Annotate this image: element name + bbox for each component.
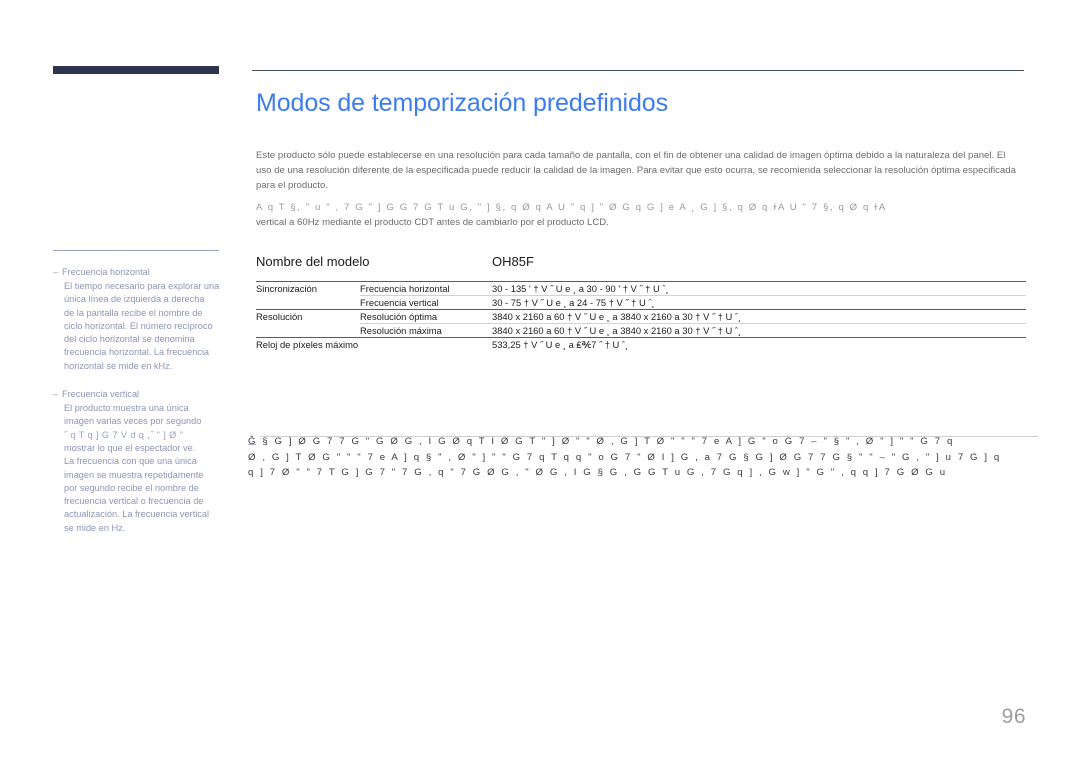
row-sub-label: Frecuencia horizontal bbox=[360, 281, 492, 296]
intro-tail: vertical a 60Hz mediante el producto CDT… bbox=[256, 216, 609, 228]
model-name-label: Nombre del modelo bbox=[256, 254, 370, 270]
note-body-continued: mostrar lo que el espectador ve. La frec… bbox=[64, 442, 210, 533]
table-row: Resolución máxima 3840 x 2160 a 60 † V ˝… bbox=[256, 323, 1026, 338]
header-rule bbox=[252, 70, 1024, 71]
main-content: Modos de temporización predefinidos Este… bbox=[256, 88, 1026, 352]
table-row: Reloj de píxeles máximo 533,25 † V ˝ U e… bbox=[256, 337, 1026, 352]
page-number: 96 bbox=[1001, 705, 1026, 728]
bottom-note-line: q ] 7 Ø " " 7 T G ] G 7 " 7 G , q " 7 G … bbox=[248, 467, 948, 478]
page-title: Modos de temporización predefinidos bbox=[256, 89, 669, 117]
sidebar-notes: – Frecuencia horizontal El tiempo necesar… bbox=[53, 250, 231, 549]
bottom-note-bullet: ― bbox=[248, 440, 256, 449]
row-value: 3840 x 2160 a 60 † V ˝ U e ¸ a 3840 x 21… bbox=[492, 309, 1026, 324]
note-dash: – bbox=[53, 389, 59, 400]
table-row: Frecuencia vertical 30 - 75 † V ˝ U e ¸ … bbox=[256, 295, 1026, 310]
table-row: Resolución Resolución óptima 3840 x 2160… bbox=[256, 309, 1026, 338]
bottom-note-line: Ø , G ] T Ø G " " " 7 e A ] q § " , Ø " … bbox=[248, 451, 1002, 463]
row-value: 30 - 135 ' † V ˝ U e ¸ a 30 - 90 ' † V ˝… bbox=[492, 281, 1026, 296]
note-title: – Frecuencia horizontal bbox=[53, 265, 231, 279]
note-title-text: Frecuencia vertical bbox=[62, 389, 140, 400]
note-title: – Frecuencia vertical bbox=[53, 387, 231, 401]
table-row: Sincronización Frecuencia horizontal 30 … bbox=[256, 281, 1026, 310]
note-vertical-frequency: – Frecuencia vertical El producto muestra… bbox=[53, 387, 231, 535]
note-dash: – bbox=[53, 267, 59, 277]
bottom-note-block: ― Ĝ § G ] Ø G 7 7 G " G Ø G , I G Ø q T … bbox=[248, 434, 1038, 481]
row-sub-label: Resolución máxima bbox=[360, 323, 492, 338]
intro-paragraph-block: Este producto sólo puede establecerse en… bbox=[256, 148, 1016, 194]
note-body: El producto muestra una única imagen var… bbox=[64, 403, 202, 427]
intro-paragraph: Este producto sólo puede establecerse en… bbox=[256, 150, 1016, 192]
sidebar-divider bbox=[53, 250, 219, 251]
row-value: 3840 x 2160 a 60 † V ˝ U e ¸ a 3840 x 21… bbox=[492, 323, 1026, 338]
header-accent-bar bbox=[53, 66, 219, 74]
row-value: 533,25 † V ˝ U e ¸ a ₤℀7 ˝ † U ˆ¸ bbox=[492, 337, 1026, 352]
row-sub-label: Frecuencia vertical bbox=[360, 295, 492, 310]
note-body: El tiempo necesario para explorar una ún… bbox=[64, 281, 220, 371]
table-header-row: Nombre del modelo OH85F bbox=[256, 254, 1026, 282]
intro-garbled-line: A q T §, " u " , 7 G " ] G G 7 G T u G, … bbox=[256, 201, 887, 213]
row-group-label: Sincronización bbox=[256, 281, 360, 310]
row-sub-label: Resolución óptima bbox=[360, 309, 492, 324]
row-group-label: Reloj de píxeles máximo bbox=[256, 337, 492, 352]
model-name-value: OH85F bbox=[492, 254, 534, 270]
row-group-label: Resolución bbox=[256, 309, 360, 338]
bottom-note-rule bbox=[260, 436, 1038, 437]
note-horizontal-frequency: – Frecuencia horizontal El tiempo necesar… bbox=[53, 265, 231, 373]
row-value: 30 - 75 † V ˝ U e ¸ a 24 - 75 † V ˝ † U … bbox=[492, 295, 1026, 310]
note-title-text: Frecuencia horizontal bbox=[62, 267, 150, 277]
note-garbled-text: ˝ q T q ] G 7 V d q ,˝ " ] Ø " bbox=[64, 429, 184, 440]
specifications-table: Nombre del modelo OH85F Sincronización F… bbox=[256, 254, 1026, 352]
